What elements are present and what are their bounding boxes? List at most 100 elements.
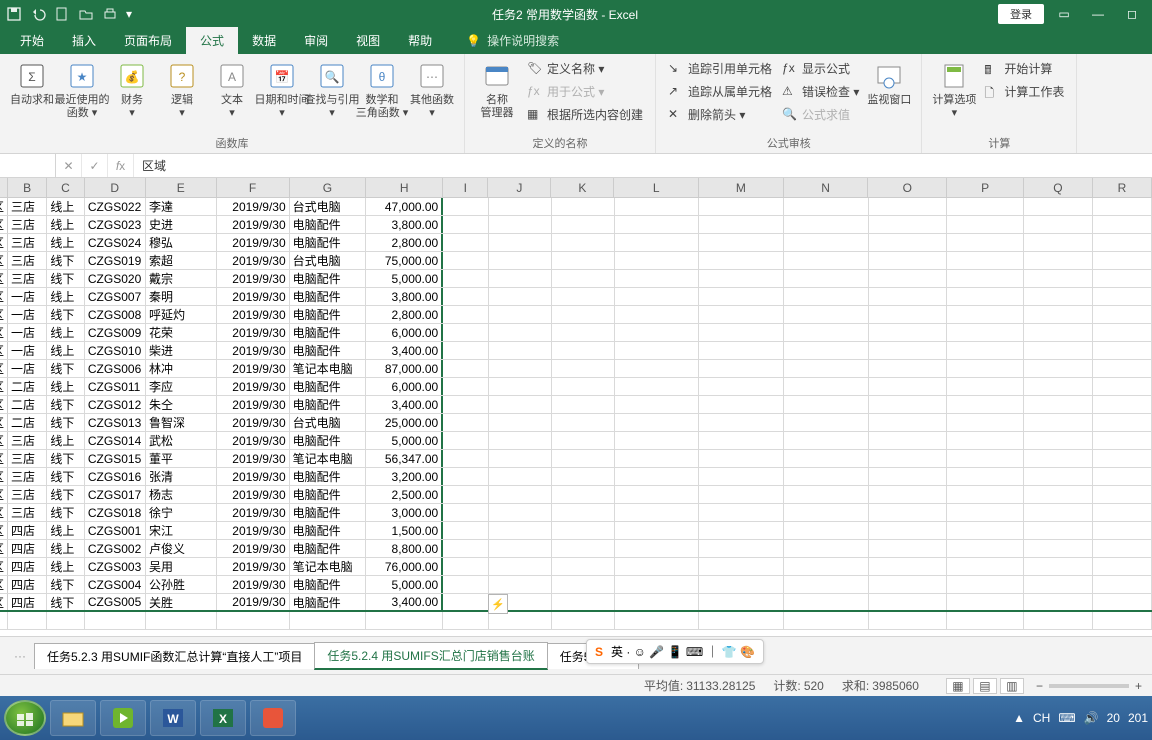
cell[interactable] <box>615 612 700 629</box>
column-header[interactable]: F <box>217 178 290 197</box>
view-pagebreak-icon[interactable]: ▥ <box>1000 678 1024 694</box>
cell[interactable] <box>443 504 488 521</box>
cell[interactable] <box>552 324 615 341</box>
cell[interactable] <box>947 252 1024 269</box>
cell[interactable] <box>489 270 552 287</box>
cell[interactable]: 87,000.00 <box>366 360 443 377</box>
cell[interactable] <box>615 360 700 377</box>
name-box[interactable] <box>0 154 56 177</box>
cell[interactable] <box>1024 540 1093 557</box>
cell[interactable] <box>869 576 948 593</box>
cell[interactable]: 四店 <box>8 558 47 575</box>
cell[interactable] <box>699 612 784 629</box>
cell[interactable] <box>699 414 784 431</box>
cell[interactable] <box>784 576 869 593</box>
cell[interactable]: 一店 <box>8 360 47 377</box>
cell[interactable]: 区 <box>0 450 8 467</box>
cell[interactable]: 台式电脑 <box>290 252 367 269</box>
cell[interactable] <box>443 468 488 485</box>
cell[interactable]: CZGS014 <box>85 432 146 449</box>
cell[interactable]: 区 <box>0 486 8 503</box>
cell[interactable] <box>8 612 47 629</box>
cell[interactable] <box>1024 306 1093 323</box>
cell[interactable]: 区 <box>0 576 8 593</box>
cell[interactable] <box>1024 432 1093 449</box>
cell[interactable] <box>366 612 443 629</box>
taskbar-explorer-icon[interactable] <box>50 700 96 736</box>
cell[interactable] <box>869 558 948 575</box>
cell[interactable] <box>784 234 869 251</box>
cell[interactable]: 2019/9/30 <box>217 288 290 305</box>
cell[interactable]: 区 <box>0 504 8 521</box>
cell[interactable]: 秦明 <box>146 288 217 305</box>
cell[interactable]: 索超 <box>146 252 217 269</box>
cell[interactable] <box>615 558 700 575</box>
cell[interactable]: CZGS001 <box>85 522 146 539</box>
cell[interactable]: 76,000.00 <box>366 558 443 575</box>
ribbon-tab[interactable]: 开始 <box>6 27 58 54</box>
table-row[interactable]: 区三店线上CZGS023史进2019/9/30电脑配件3,800.00 <box>0 216 1152 234</box>
trace-precedents-button[interactable]: ↘追踪引用单元格 <box>664 58 776 79</box>
tray-volume-icon[interactable]: 🔊 <box>1084 711 1099 725</box>
sheet-tab-active[interactable]: 任务5.2.4 用SUMIFS汇总门店销售台账 <box>314 642 547 670</box>
cell[interactable]: 6,000.00 <box>366 324 443 341</box>
cell[interactable]: 区 <box>0 252 8 269</box>
table-row[interactable]: 区四店线上CZGS001宋江2019/9/30电脑配件1,500.00 <box>0 522 1152 540</box>
table-row[interactable]: 区三店线下CZGS019索超2019/9/30台式电脑75,000.00 <box>0 252 1152 270</box>
cell[interactable]: CZGS018 <box>85 504 146 521</box>
cell[interactable]: 一店 <box>8 342 47 359</box>
cell[interactable] <box>615 450 700 467</box>
cell[interactable]: 杨志 <box>146 486 217 503</box>
table-row[interactable]: 区三店线下CZGS015董平2019/9/30笔记本电脑56,347.00 <box>0 450 1152 468</box>
evaluate-formula-button[interactable]: 🔍公式求值 <box>778 104 863 125</box>
cell[interactable] <box>699 360 784 377</box>
cell[interactable] <box>1093 468 1152 485</box>
cell[interactable] <box>869 270 948 287</box>
cell[interactable] <box>443 252 488 269</box>
cell[interactable]: 电脑配件 <box>290 540 367 557</box>
cell[interactable] <box>1093 486 1152 503</box>
cell[interactable]: 2019/9/30 <box>217 486 290 503</box>
cell[interactable] <box>947 342 1024 359</box>
cell[interactable]: CZGS020 <box>85 270 146 287</box>
cell[interactable] <box>947 216 1024 233</box>
cell[interactable]: 穆弘 <box>146 234 217 251</box>
column-header[interactable]: H <box>366 178 443 197</box>
cell[interactable]: 75,000.00 <box>366 252 443 269</box>
cell[interactable]: CZGS005 <box>85 594 146 610</box>
cell[interactable] <box>699 216 784 233</box>
insert-function-icon[interactable]: fx <box>108 154 134 177</box>
cell[interactable] <box>784 378 869 395</box>
formula-input[interactable]: 区域 <box>134 157 1152 174</box>
tray-ime-icon[interactable]: ⌨ <box>1058 711 1075 725</box>
cell[interactable] <box>615 270 700 287</box>
cell[interactable] <box>947 360 1024 377</box>
cell[interactable]: 3,200.00 <box>366 468 443 485</box>
open-icon[interactable] <box>78 6 94 22</box>
cell[interactable]: 宋江 <box>146 522 217 539</box>
remove-arrows-button[interactable]: ✕删除箭头 ▾ <box>664 104 776 125</box>
cell[interactable]: 林冲 <box>146 360 217 377</box>
cell[interactable] <box>443 360 488 377</box>
cell[interactable] <box>1024 396 1093 413</box>
table-row[interactable]: 区四店线上CZGS002卢俊义2019/9/30电脑配件8,800.00 <box>0 540 1152 558</box>
cell[interactable]: CZGS003 <box>85 558 146 575</box>
cell[interactable]: 武松 <box>146 432 217 449</box>
ribbon-tab[interactable]: 帮助 <box>394 27 446 54</box>
cell[interactable]: 线下 <box>47 486 84 503</box>
cell[interactable] <box>869 522 948 539</box>
cell[interactable] <box>869 234 948 251</box>
cell[interactable]: 二店 <box>8 414 47 431</box>
cell[interactable] <box>1024 450 1093 467</box>
cell[interactable]: CZGS022 <box>85 198 146 215</box>
cell[interactable]: CZGS011 <box>85 378 146 395</box>
table-row[interactable]: 区四店线上CZGS003吴用2019/9/30笔记本电脑76,000.00 <box>0 558 1152 576</box>
cell[interactable] <box>443 324 488 341</box>
cell[interactable]: 电脑配件 <box>290 234 367 251</box>
cell[interactable]: 2,800.00 <box>366 234 443 251</box>
cell[interactable] <box>947 594 1024 610</box>
ribbon-tab[interactable]: 页面布局 <box>110 27 186 54</box>
column-header[interactable]: K <box>551 178 614 197</box>
table-row[interactable]: 区一店线下CZGS006林冲2019/9/30笔记本电脑87,000.00 <box>0 360 1152 378</box>
cell[interactable]: CZGS012 <box>85 396 146 413</box>
